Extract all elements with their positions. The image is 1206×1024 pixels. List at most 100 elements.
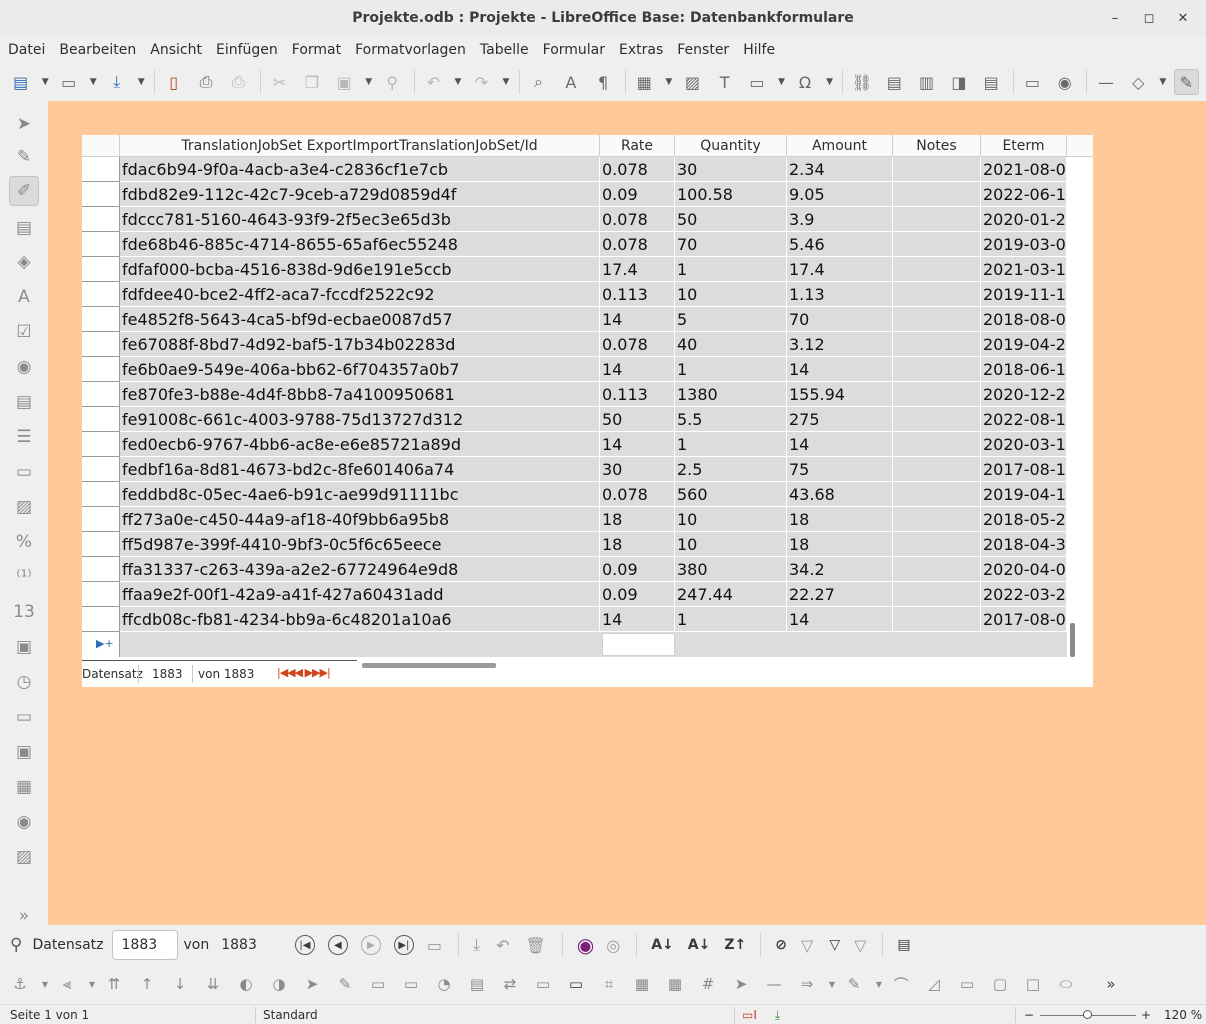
align-dropdown-icon[interactable]: ▼ bbox=[88, 972, 96, 996]
design-mode-icon[interactable]: ✎ bbox=[9, 142, 39, 172]
previous-record-icon[interactable]: ◀ bbox=[327, 935, 348, 955]
id-cell[interactable]: fdac6b94-9f0a-4acb-a3e4-c2836cf1e7cb bbox=[120, 157, 600, 182]
image-button-icon[interactable]: ▨ bbox=[9, 492, 39, 522]
quantity-cell[interactable]: 560 bbox=[675, 482, 787, 507]
anchor-dropdown-icon[interactable]: ▼ bbox=[41, 972, 49, 996]
select-pointer-icon[interactable]: ➤ bbox=[9, 109, 39, 139]
special-char-dropdown-icon[interactable]: ▼ bbox=[825, 69, 835, 95]
row-header-cell[interactable] bbox=[82, 432, 120, 457]
next-record-icon[interactable]: ▶ bbox=[360, 935, 381, 955]
save-dropdown-icon[interactable]: ▼ bbox=[136, 69, 146, 95]
amount-cell[interactable]: 17.4 bbox=[787, 257, 893, 282]
table-row[interactable]: fdfaf000-bcba-4516-838d-9d6e191e5ccb 17.4… bbox=[120, 257, 1067, 282]
amount-cell[interactable]: 22.27 bbox=[787, 582, 893, 607]
open-in-design-icon[interactable]: ▭ bbox=[531, 972, 555, 996]
curve-dropdown-icon[interactable]: ▼ bbox=[875, 972, 883, 996]
menu-formatvorlagen[interactable]: Formatvorlagen bbox=[351, 42, 470, 58]
table-row[interactable]: fdccc781-5160-4643-93f9-2f5ec3e65d3b 0.07… bbox=[120, 207, 1067, 232]
notes-cell[interactable] bbox=[893, 257, 981, 282]
table-row[interactable]: ffa31337-c263-439a-a2e2-67724964e9d8 0.09… bbox=[120, 557, 1067, 582]
menu-extras[interactable]: Extras bbox=[615, 42, 667, 58]
undo-record-icon[interactable]: ↶ bbox=[496, 936, 509, 955]
curve-icon[interactable]: ✎ bbox=[842, 972, 866, 996]
table-row[interactable]: fe6b0ae9-549e-406a-bb62-6f704357a0b7 14 1 1… bbox=[120, 357, 1067, 382]
id-cell[interactable]: fedbf16a-8d81-4673-bd2c-8fe601406a74 bbox=[120, 457, 600, 482]
bookmark-icon[interactable]: ◨ bbox=[946, 69, 971, 95]
quantity-cell[interactable]: 100.58 bbox=[675, 182, 787, 207]
id-cell[interactable]: fdccc781-5160-4643-93f9-2f5ec3e65d3b bbox=[120, 207, 600, 232]
helplines-icon[interactable]: # bbox=[696, 972, 720, 996]
endnote-icon[interactable]: ▥ bbox=[914, 69, 939, 95]
more-tools-icon[interactable]: » bbox=[1099, 972, 1123, 996]
menu-datei[interactable]: Datei bbox=[4, 42, 49, 58]
bezier-icon[interactable]: ⌒ bbox=[889, 972, 913, 996]
send-to-back-icon[interactable]: ⇊ bbox=[201, 972, 225, 996]
sort-ascending-icon[interactable]: A↓ bbox=[651, 937, 674, 953]
maximize-button[interactable]: ◻ bbox=[1132, 11, 1166, 26]
rate-cell[interactable]: 14 bbox=[600, 432, 675, 457]
column-header-quantity[interactable]: Quantity bbox=[675, 135, 787, 157]
menu-formular[interactable]: Formular bbox=[539, 42, 609, 58]
eterm-cell[interactable]: 2020-04-07 bbox=[981, 557, 1067, 582]
rate-cell[interactable]: 0.09 bbox=[600, 182, 675, 207]
id-cell[interactable]: fed0ecb6-9767-4bb6-ac8e-e6e85721a89d bbox=[120, 432, 600, 457]
new-record-icon[interactable]: ▭ bbox=[427, 936, 442, 955]
row-header-cell[interactable] bbox=[82, 157, 120, 182]
table-row[interactable]: feddbd8c-05ec-4ae6-b91c-ae99d91111bc 0.07… bbox=[120, 482, 1067, 507]
form-properties-icon[interactable]: ▭ bbox=[399, 972, 423, 996]
find-record-icon[interactable]: ⚲ bbox=[10, 935, 22, 955]
new-dropdown-icon[interactable]: ▼ bbox=[40, 69, 50, 95]
quantity-cell[interactable]: 10 bbox=[675, 507, 787, 532]
eterm-cell[interactable]: 2020-12-22 bbox=[981, 382, 1067, 407]
amount-cell[interactable]: 75 bbox=[787, 457, 893, 482]
sort-icon[interactable]: Z↑ bbox=[724, 937, 746, 953]
apply-filter-icon[interactable]: ▽ bbox=[801, 936, 813, 955]
notes-cell[interactable] bbox=[893, 582, 981, 607]
row-header-cell[interactable] bbox=[82, 257, 120, 282]
row-header-cell[interactable] bbox=[82, 382, 120, 407]
label-field-icon[interactable]: ◈ bbox=[9, 247, 39, 277]
row-header-cell[interactable] bbox=[82, 357, 120, 382]
id-cell[interactable]: fe4852f8-5643-4ca5-bf9d-ecbae0087d57 bbox=[120, 307, 600, 332]
snap-to-grid-icon[interactable]: ▦ bbox=[663, 972, 687, 996]
combo-box-icon[interactable]: ☰ bbox=[9, 422, 39, 452]
footnote-icon[interactable]: ▤ bbox=[882, 69, 907, 95]
row-header-cell[interactable] bbox=[82, 332, 120, 357]
id-cell[interactable]: ff5d987e-399f-4410-9bf3-0c5f6c65eece bbox=[120, 532, 600, 557]
amount-cell[interactable]: 18 bbox=[787, 532, 893, 557]
amount-cell[interactable]: 3.12 bbox=[787, 332, 893, 357]
comment-icon[interactable]: ▭ bbox=[1020, 69, 1045, 95]
notes-cell[interactable] bbox=[893, 207, 981, 232]
menu-tabelle[interactable]: Tabelle bbox=[476, 42, 533, 58]
amount-cell[interactable]: 5.46 bbox=[787, 232, 893, 257]
copy-icon[interactable]: ❐ bbox=[299, 69, 324, 95]
bring-to-front-icon[interactable]: ⇈ bbox=[102, 972, 126, 996]
amount-cell[interactable]: 70 bbox=[787, 307, 893, 332]
notes-cell[interactable] bbox=[893, 232, 981, 257]
add-field-icon[interactable]: ▤ bbox=[465, 972, 489, 996]
select-icon[interactable]: ➤ bbox=[300, 972, 324, 996]
design-mode-toggle-icon[interactable]: ✎ bbox=[333, 972, 357, 996]
zoom-level[interactable]: 120 % bbox=[1164, 1008, 1202, 1022]
table-row[interactable]: fe4852f8-5643-4ca5-bf9d-ecbae0087d57 14 5 7… bbox=[120, 307, 1067, 332]
pointer-icon[interactable]: ➤ bbox=[729, 972, 753, 996]
amount-cell[interactable]: 275 bbox=[787, 407, 893, 432]
refresh-icon[interactable]: ◉ bbox=[577, 933, 594, 957]
currency-field-icon[interactable]: 13 bbox=[9, 597, 39, 627]
quantity-cell[interactable]: 5 bbox=[675, 307, 787, 332]
quantity-cell[interactable]: 380 bbox=[675, 557, 787, 582]
automatic-control-focus-icon[interactable]: ▭ bbox=[564, 972, 588, 996]
spelling-icon[interactable]: A bbox=[558, 69, 583, 95]
amount-cell[interactable]: 2.34 bbox=[787, 157, 893, 182]
notes-cell[interactable] bbox=[893, 457, 981, 482]
table-control[interactable]: TranslationJobSet ExportImportTranslatio… bbox=[82, 135, 1093, 687]
zoom-slider-knob[interactable] bbox=[1083, 1010, 1092, 1019]
page-style[interactable]: Standard bbox=[263, 1008, 318, 1022]
id-cell[interactable]: fdfaf000-bcba-4516-838d-9d6e191e5ccb bbox=[120, 257, 600, 282]
cross-reference-icon[interactable]: ▤ bbox=[979, 69, 1004, 95]
eterm-cell[interactable]: 2020-01-24 bbox=[981, 207, 1067, 232]
navigation-bar-icon[interactable]: ◉ bbox=[9, 807, 39, 837]
quantity-cell[interactable]: 70 bbox=[675, 232, 787, 257]
cut-icon[interactable]: ✂ bbox=[267, 69, 292, 95]
display-grid-icon[interactable]: ▦ bbox=[630, 972, 654, 996]
